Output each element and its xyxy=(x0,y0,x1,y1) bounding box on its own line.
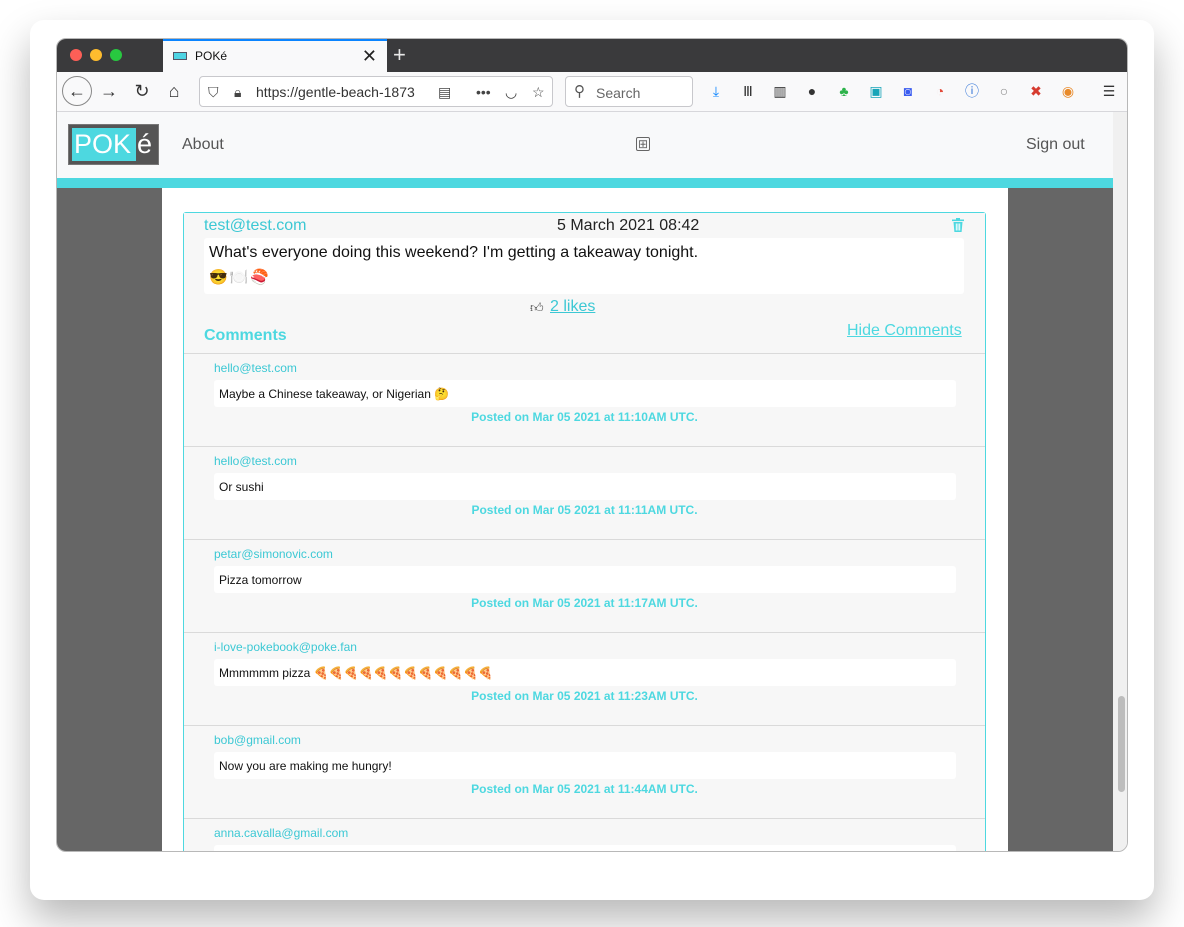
comment-text: Pizza tomorrow xyxy=(219,573,302,587)
comment-body xyxy=(214,845,956,851)
new-tab-button[interactable]: + xyxy=(393,41,406,69)
logo-main-text: POK xyxy=(72,128,136,161)
comment-item: bob@gmail.com Now you are making me hung… xyxy=(184,725,985,818)
search-bar[interactable]: ⚲ Search xyxy=(565,76,693,107)
comment-body: Pizza tomorrow xyxy=(214,566,956,593)
page-viewport: POK é About ⊞ Sign out test@test.com 5 M… xyxy=(57,112,1113,851)
download-icon[interactable]: ⤓ xyxy=(707,82,725,100)
sign-out-link[interactable]: Sign out xyxy=(1026,136,1085,154)
thumbs-up-icon: 👍︎ xyxy=(530,300,544,315)
comment-body: Or sushi xyxy=(214,473,956,500)
hide-comments-link[interactable]: Hide Comments xyxy=(847,322,962,340)
bookmark-star-icon[interactable]: ☆ xyxy=(532,82,545,102)
comment-author[interactable]: hello@test.com xyxy=(214,361,297,375)
comment-item: i-love-pokebook@poke.fan Mmmmmm pizza 🍕🍕… xyxy=(184,632,985,725)
favicon-icon xyxy=(173,52,187,60)
post-author[interactable]: test@test.com xyxy=(204,217,307,235)
site-logo[interactable]: POK é xyxy=(68,124,159,165)
pocket-icon[interactable]: ◡ xyxy=(505,82,517,102)
title-bar: POKé ✕ + xyxy=(57,39,1127,72)
evernote-icon[interactable]: ♣ xyxy=(835,82,853,100)
comment-timestamp: Posted on Mar 05 2021 at 11:23AM UTC. xyxy=(471,689,698,703)
close-window-button[interactable] xyxy=(70,49,82,61)
comment-timestamp: Posted on Mar 05 2021 at 11:10AM UTC. xyxy=(471,410,698,424)
menu-icon[interactable]: ☰ xyxy=(1100,82,1118,100)
tab-title: POKé xyxy=(195,49,228,63)
about-link[interactable]: About xyxy=(182,136,224,154)
page-scrollbar[interactable] xyxy=(1113,112,1127,851)
post-header: test@test.com 5 March 2021 08:42 What's … xyxy=(184,213,985,353)
comment-timestamp: Posted on Mar 05 2021 at 11:44AM UTC. xyxy=(471,782,698,796)
extension-orange-icon[interactable]: ◉ xyxy=(1059,82,1077,100)
lock-icon[interactable]: 🔒︎ xyxy=(234,82,241,102)
comment-item: anna.cavalla@gmail.com xyxy=(184,818,985,851)
comment-text: Now you are making me hungry! xyxy=(219,759,392,773)
post-date: 5 March 2021 08:42 xyxy=(557,217,700,234)
extension-blue-icon[interactable]: ◙ xyxy=(899,82,917,100)
account-icon[interactable]: ● xyxy=(803,82,821,100)
tab-close-icon[interactable]: ✕ xyxy=(362,45,377,67)
page-actions-icon[interactable]: ••• xyxy=(476,82,491,102)
comment-item: hello@test.com Maybe a Chinese takeaway,… xyxy=(184,353,985,446)
comment-author[interactable]: petar@simonovic.com xyxy=(214,547,333,561)
logo-accent-text: é xyxy=(137,129,153,159)
comment-author[interactable]: anna.cavalla@gmail.com xyxy=(214,826,348,840)
site-navbar: POK é About ⊞ Sign out xyxy=(57,112,1113,178)
post-card: test@test.com 5 March 2021 08:42 What's … xyxy=(183,212,986,851)
search-placeholder: Search xyxy=(596,85,641,101)
comment-text: Maybe a Chinese takeaway, or Nigerian 🤔 xyxy=(219,387,450,401)
browser-window: POKé ✕ + ← → ↻ ⌂ ⛉ 🔒︎ https://gentle-bea… xyxy=(56,38,1128,852)
comment-body: Now you are making me hungry! xyxy=(214,752,956,779)
comment-text: Or sushi xyxy=(219,480,264,494)
comment-author[interactable]: bob@gmail.com xyxy=(214,733,301,747)
comment-timestamp: Posted on Mar 05 2021 at 11:11AM UTC. xyxy=(471,503,698,517)
reload-button[interactable]: ↻ xyxy=(128,77,156,105)
comment-timestamp: Posted on Mar 05 2021 at 11:17AM UTC. xyxy=(471,596,698,610)
trash-icon[interactable] xyxy=(952,218,964,232)
comment-author[interactable]: hello@test.com xyxy=(214,454,297,468)
comment-author[interactable]: i-love-pokebook@poke.fan xyxy=(214,640,357,654)
minimize-window-button[interactable] xyxy=(90,49,102,61)
sidebar-icon[interactable]: ▥ xyxy=(771,82,789,100)
forward-button[interactable]: → xyxy=(95,77,123,105)
back-button[interactable]: ← xyxy=(62,76,92,106)
scrollbar-thumb[interactable] xyxy=(1118,696,1125,792)
library-icon[interactable]: Ⅲ xyxy=(739,82,757,100)
extension-info-icon[interactable]: ⓘ xyxy=(963,82,981,100)
post-body: What's everyone doing this weekend? I'm … xyxy=(204,238,964,294)
likes-count: 2 likes xyxy=(550,298,596,315)
search-icon: ⚲ xyxy=(574,83,585,100)
post-emoji: 😎🍽️🍣 xyxy=(209,269,272,286)
url-bar[interactable]: ⛉ 🔒︎ https://gentle-beach-1873 ▤ ••• ◡ ☆ xyxy=(199,76,553,107)
comment-body: Mmmmmm pizza 🍕🍕🍕🍕🍕🍕🍕🍕🍕🍕🍕🍕 xyxy=(214,659,956,686)
comments-heading: Comments xyxy=(204,327,287,344)
extension-red-icon[interactable]: ◔ xyxy=(931,82,949,100)
post-text: What's everyone doing this weekend? I'm … xyxy=(209,244,699,261)
add-post-icon[interactable]: ⊞ xyxy=(636,137,650,151)
likes-link[interactable]: 👍︎ 2 likes xyxy=(530,298,596,316)
browser-tab[interactable]: POKé ✕ xyxy=(163,39,387,72)
shield-icon[interactable]: ⛉ xyxy=(208,82,219,102)
comment-item: petar@simonovic.com Pizza tomorrow Poste… xyxy=(184,539,985,632)
url-text[interactable]: https://gentle-beach-1873 xyxy=(256,84,426,100)
feed-container: test@test.com 5 March 2021 08:42 What's … xyxy=(162,188,1008,851)
save-extension-icon[interactable]: ▣ xyxy=(867,82,885,100)
comment-body: Maybe a Chinese takeaway, or Nigerian 🤔 xyxy=(214,380,956,407)
browser-toolbar: ← → ↻ ⌂ ⛉ 🔒︎ https://gentle-beach-1873 ▤… xyxy=(57,72,1127,112)
navbar-accent-border xyxy=(57,178,1113,188)
zoom-window-button[interactable] xyxy=(110,49,122,61)
extension-close-icon[interactable]: ✖ xyxy=(1027,82,1045,100)
extension-ring-icon[interactable]: ○ xyxy=(995,82,1013,100)
reader-view-icon[interactable]: ▤ xyxy=(438,82,451,102)
comment-item: hello@test.com Or sushi Posted on Mar 05… xyxy=(184,446,985,539)
home-button[interactable]: ⌂ xyxy=(160,77,188,105)
comment-text: Mmmmmm pizza 🍕🍕🍕🍕🍕🍕🍕🍕🍕🍕🍕🍕 xyxy=(219,666,493,680)
